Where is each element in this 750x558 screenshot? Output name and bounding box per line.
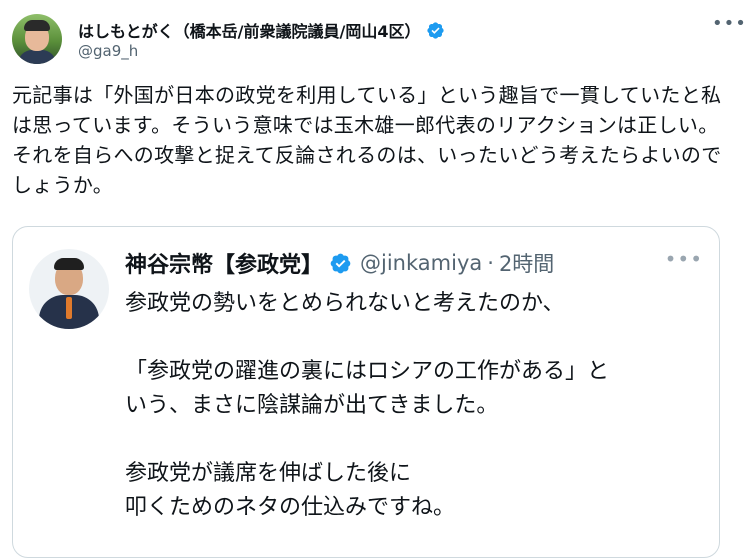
more-horizontal-icon[interactable]: ••• [712,15,746,36]
author-avatar[interactable] [12,14,62,64]
author-name-row: はしもとがく（橋本岳/前衆議院議員/岡山4区） [78,18,445,42]
author-display-name[interactable]: はしもとがく（橋本岳/前衆議院議員/岡山4区） [78,18,421,42]
verified-badge-icon[interactable] [426,21,445,40]
tweet-header: はしもとがく（橋本岳/前衆議院議員/岡山4区） @ga9_h ••• [12,10,746,66]
quoted-text-line: 参政党の勢いをとめられないと考えたのか、 [125,291,565,316]
quoted-tweet-text: 参政党の勢いをとめられないと考えたのか、 「参政党の躍進の裏にはロシアの工作があ… [125,287,715,525]
quoted-author-avatar[interactable] [29,249,109,329]
quoted-text-line: 「参政党の躍進の裏にはロシアの工作がある」と [125,359,610,384]
quoted-text-line: いう、まさに陰謀論が出てきました。 [125,393,499,418]
more-horizontal-icon[interactable]: ••• [665,249,703,269]
quoted-text-line: 叩くためのネタの仕込みですね。 [125,495,456,520]
verified-badge-icon[interactable] [329,252,352,275]
quoted-tweet-card[interactable]: 神谷宗幣【参政党】 @jinkamiya · 2時間 ••• 参政党の勢いをとめ… [12,226,720,558]
quoted-author-display-name[interactable]: 神谷宗幣【参政党】 [125,247,323,279]
quoted-text-line: 参政党が議席を伸ばした後に [125,461,412,486]
author-handle[interactable]: @ga9_h [78,42,138,60]
quoted-timestamp[interactable]: 2時間 [499,248,554,278]
dot-separator: · [487,251,494,275]
quoted-blank-line [125,321,715,355]
quoted-author-row: 神谷宗幣【参政党】 @jinkamiya · 2時間 [125,247,554,279]
quoted-blank-line [125,423,715,457]
tweet-text: 元記事は「外国が日本の政党を利用している」という趣旨で一貫していたと私は思ってい… [12,83,722,197]
quoted-author-handle[interactable]: @jinkamiya [360,251,482,275]
